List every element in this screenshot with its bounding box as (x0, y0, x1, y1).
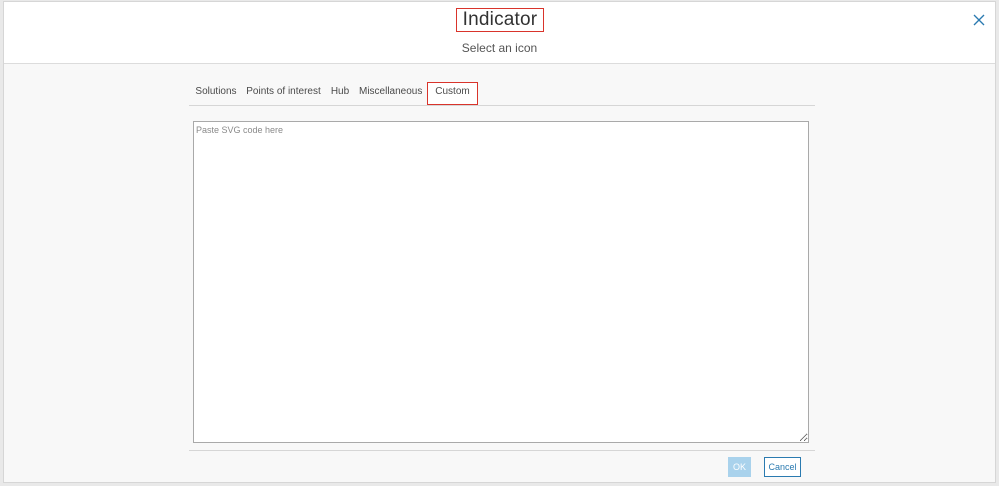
icon-category-tabs: Solutions Points of interest Hub Miscell… (189, 82, 815, 106)
tab-points-of-interest[interactable]: Points of interest (246, 82, 321, 104)
dialog-header: Indicator Select an icon (4, 2, 995, 64)
footer-divider (189, 450, 815, 451)
ok-button[interactable]: OK (728, 457, 751, 477)
tab-miscellaneous[interactable]: Miscellaneous (359, 82, 422, 104)
tab-custom[interactable]: Custom (427, 82, 478, 105)
tab-hub[interactable]: Hub (330, 82, 350, 104)
dialog-title: Indicator (456, 8, 544, 32)
dialog-subtitle: Select an icon (461, 41, 538, 55)
cancel-button[interactable]: Cancel (764, 457, 801, 477)
icon-picker-dialog: Indicator Select an icon Solutions Point… (3, 1, 996, 483)
svg-code-input[interactable] (193, 121, 809, 443)
tab-solutions[interactable]: Solutions (195, 82, 237, 104)
close-icon[interactable] (971, 12, 987, 28)
